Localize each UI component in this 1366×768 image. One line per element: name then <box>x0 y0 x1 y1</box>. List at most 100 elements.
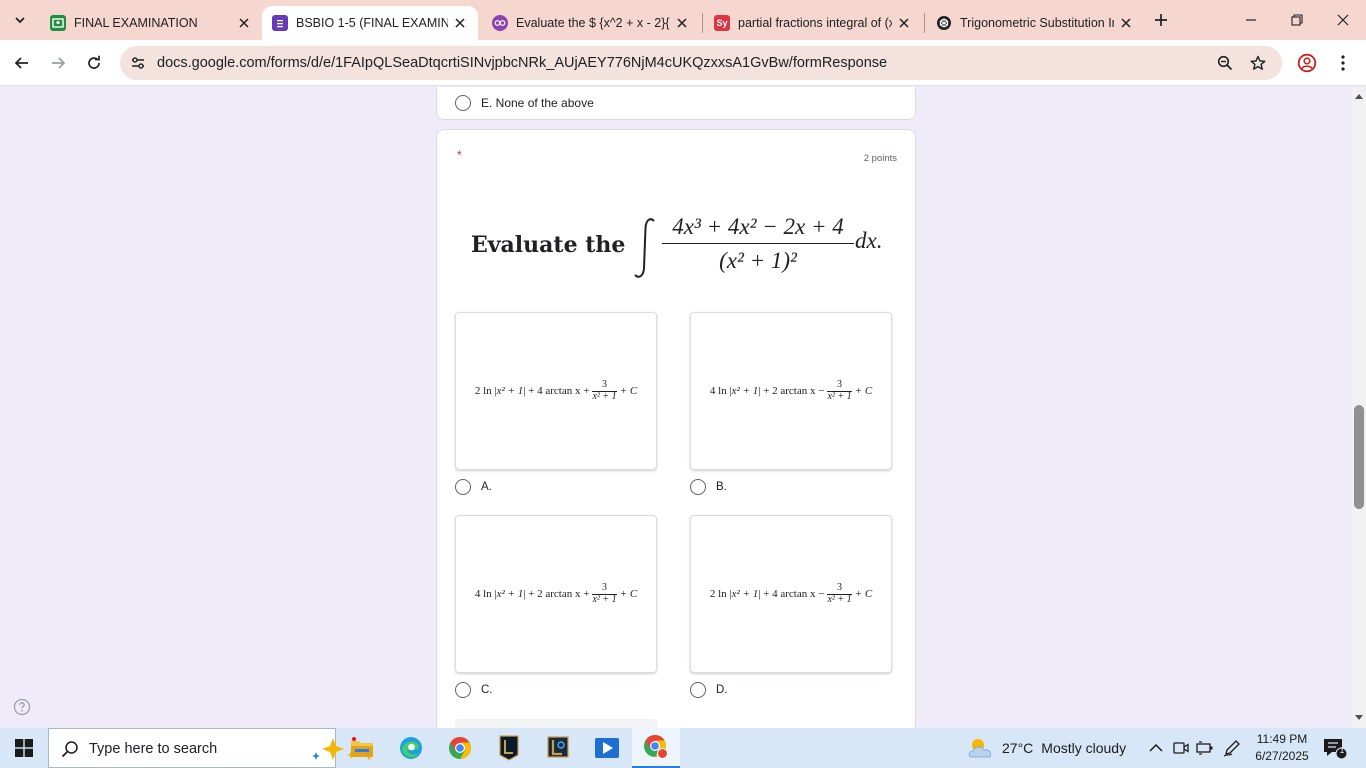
clock-date: 6/27/2025 <box>1255 749 1309 763</box>
arctan-text: arctan x <box>780 384 816 397</box>
arctan-text: arctan x <box>545 384 581 397</box>
tab-separator <box>924 13 925 33</box>
notification-center-button[interactable]: 1 <box>1322 736 1348 760</box>
scroll-up-arrow[interactable] <box>1354 91 1364 101</box>
differential: dx. <box>855 228 883 253</box>
integrand-denominator: (x² + 1)² <box>719 248 797 274</box>
taskbar-clock[interactable]: 11:49 PM 6/27/2025 <box>1246 731 1318 765</box>
option-d[interactable]: D. <box>690 682 728 698</box>
chevron-up-icon <box>1149 743 1163 752</box>
menu-button[interactable] <box>1328 48 1358 78</box>
option-none-of-the-above[interactable]: E. None of the above <box>455 95 594 111</box>
fraction-numerator: 3 <box>602 378 608 390</box>
minimize-icon <box>1246 19 1256 21</box>
page-scrollbar[interactable] <box>1352 87 1366 728</box>
site-info-button[interactable] <box>126 51 150 75</box>
more-vert-icon <box>1341 55 1345 71</box>
abs-inner: x² + 1 <box>496 384 524 397</box>
address-bar[interactable]: docs.google.com/forms/d/e/1FAIpQLSeaDtqc… <box>120 46 1282 80</box>
abs-inner: x² + 1 <box>731 384 759 397</box>
option-c-expression: 4 ln | x² + 1 | + 2 arctan x + 3 x² + 1 + C <box>474 581 638 606</box>
taskbar-chrome[interactable] <box>436 728 484 768</box>
close-window-button[interactable] <box>1320 0 1366 40</box>
tab-trigonometric[interactable]: Trigonometric Substitution In <box>926 6 1144 40</box>
tab-strip: FINAL EXAMINATION BSBIO 1-5 (FINAL EXAMI… <box>0 0 1366 40</box>
close-icon[interactable] <box>1118 15 1134 31</box>
pen-button[interactable] <box>1222 738 1242 758</box>
ln-text: ln <box>483 587 492 600</box>
close-icon[interactable] <box>236 15 252 31</box>
taskbar-file-explorer[interactable] <box>338 728 386 768</box>
chrome-icon <box>449 737 471 759</box>
google-forms-icon <box>272 15 288 31</box>
forward-button[interactable] <box>43 48 73 78</box>
bookmark-button[interactable] <box>1246 51 1270 75</box>
tab-title: Trigonometric Substitution In <box>960 16 1114 30</box>
fraction-denominator: x² + 1 <box>827 594 852 606</box>
ln-coefficient: 4 <box>709 384 716 397</box>
ln-text: ln <box>718 384 727 397</box>
profile-icon <box>1297 53 1317 73</box>
battery-button[interactable] <box>1195 738 1215 758</box>
next-option-image <box>455 719 657 728</box>
tune-icon <box>132 57 144 69</box>
chevron-down-icon <box>15 17 25 24</box>
minimize-button[interactable] <box>1228 0 1274 40</box>
taskbar-media-app[interactable] <box>583 728 631 768</box>
url-text[interactable]: docs.google.com/forms/d/e/1FAIpQLSeaDtqc… <box>157 55 887 71</box>
search-icon <box>61 741 78 758</box>
restore-icon <box>1291 14 1303 26</box>
option-a-expression: 2 ln | x² + 1 | + 4 arctan x + 3 x² + 1 + C <box>474 378 638 403</box>
tab-title: Evaluate the $ {x^2 + x - 2}{( <box>516 16 670 30</box>
restore-button[interactable] <box>1274 0 1320 40</box>
close-icon[interactable] <box>896 15 912 31</box>
radio-button[interactable] <box>455 95 471 111</box>
fraction-denominator: x² + 1 <box>827 391 852 403</box>
radio-button[interactable] <box>690 682 706 698</box>
option-c[interactable]: C. <box>455 682 493 698</box>
taskbar-edge[interactable] <box>387 728 435 768</box>
reload-icon <box>88 55 100 69</box>
start-button[interactable] <box>0 728 48 768</box>
new-tab-button[interactable] <box>1148 8 1174 32</box>
integrand-fraction: 4x³ + 4x² − 2x + 4 (x² + 1)² <box>661 210 855 277</box>
symbolab-icon: Sy <box>714 15 730 31</box>
radio-button[interactable] <box>690 479 706 495</box>
close-icon[interactable] <box>674 15 690 31</box>
option-d-image: 2 ln | x² + 1 | + 4 arctan x − 3 x² + 1 + C <box>690 515 892 673</box>
scrollbar-thumb[interactable] <box>1354 405 1364 509</box>
help-icon[interactable] <box>13 698 31 716</box>
ln-coefficient: 2 <box>474 384 481 397</box>
taskbar-search-box[interactable]: Type here to search <box>48 728 371 768</box>
meet-now-button[interactable] <box>1171 738 1191 758</box>
zoom-button[interactable] <box>1213 51 1237 75</box>
question-card: * 2 points Evaluate the 4x³ + 4x² − 2x +… <box>436 129 916 728</box>
abs-inner: x² + 1 <box>731 587 759 600</box>
tab-partial-fractions[interactable]: Sy partial fractions integral of (x <box>704 6 922 40</box>
close-icon[interactable] <box>452 15 468 31</box>
tab-bsbio-form[interactable]: BSBIO 1-5 (FINAL EXAMINAT <box>262 6 478 40</box>
back-button[interactable] <box>7 48 37 78</box>
arctan-coefficient: 2 <box>772 384 778 397</box>
scroll-down-arrow[interactable] <box>1354 713 1364 723</box>
tab-search-button[interactable] <box>6 8 34 32</box>
taskbar-game-launcher[interactable] <box>485 728 533 768</box>
radio-button[interactable] <box>455 682 471 698</box>
tab-final-examination[interactable]: FINAL EXAMINATION <box>40 6 262 40</box>
ln-coefficient: 4 <box>474 587 481 600</box>
profile-button[interactable] <box>1292 48 1322 78</box>
tab-evaluate[interactable]: Evaluate the $ {x^2 + x - 2}{( <box>482 6 700 40</box>
show-hidden-icons-button[interactable] <box>1146 738 1166 758</box>
taskbar-weather[interactable]: 27°C Mostly cloudy <box>966 728 1126 768</box>
integral-sign-icon <box>634 218 655 278</box>
chrome-profile-icon <box>644 735 668 759</box>
arctan-coefficient: 4 <box>772 587 778 600</box>
option-b[interactable]: B. <box>690 479 727 495</box>
reload-button[interactable] <box>79 48 109 78</box>
taskbar-chrome-profile[interactable] <box>632 728 680 768</box>
radio-button[interactable] <box>455 479 471 495</box>
option-a[interactable]: A. <box>455 479 492 495</box>
mathway-icon <box>492 15 508 31</box>
game-launcher-icon <box>499 735 519 761</box>
taskbar-league[interactable] <box>534 728 582 768</box>
